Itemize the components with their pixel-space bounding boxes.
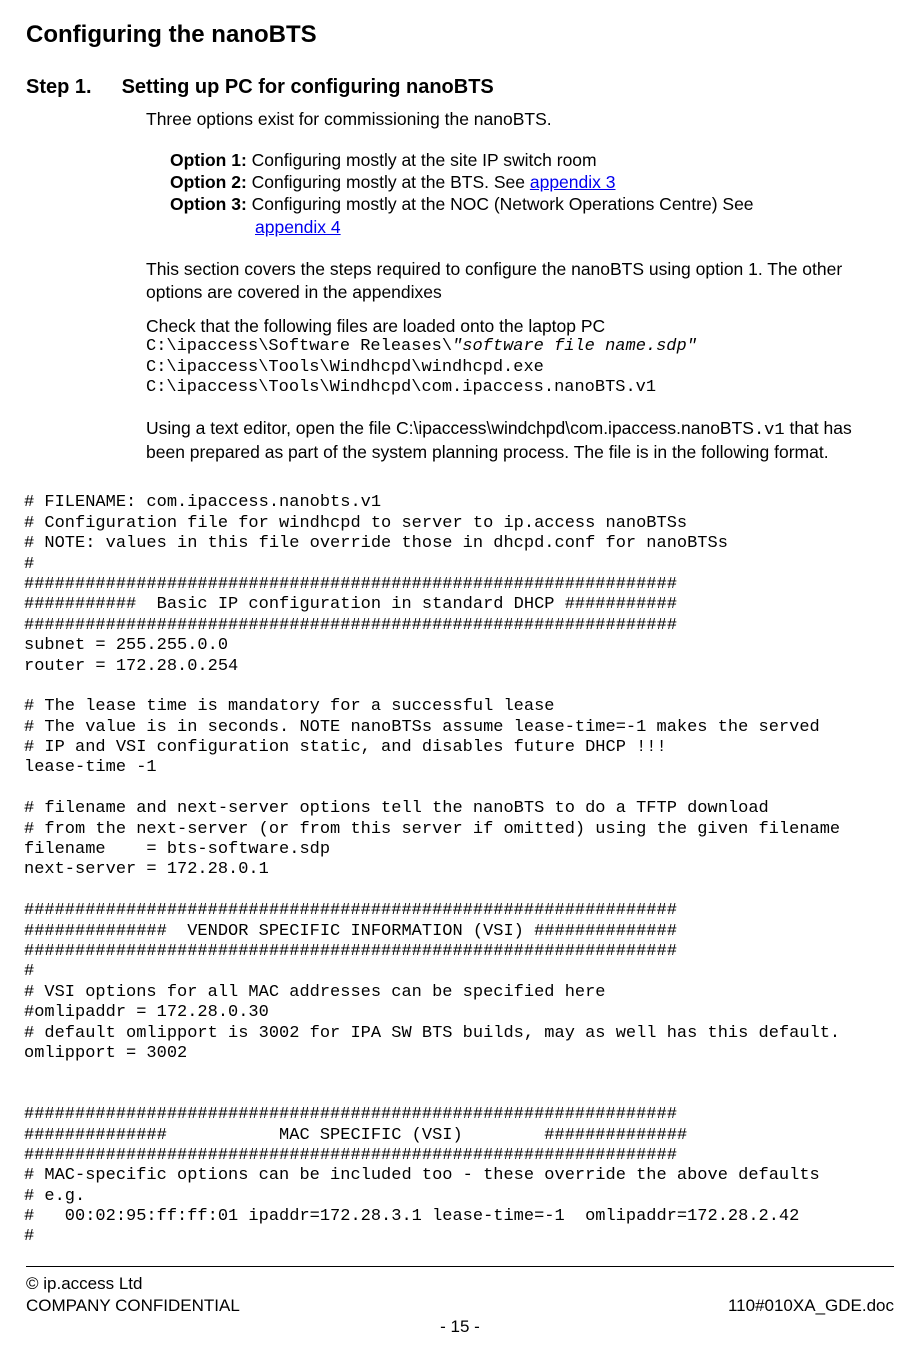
file-path-1-variable: "software file name.sdp" bbox=[452, 337, 697, 356]
editor-instructions-prefix: Using a text editor, open the file C:\ip… bbox=[146, 418, 754, 438]
section-scope-paragraph: This section covers the steps required t… bbox=[146, 258, 894, 303]
footer-confidential: COMPANY CONFIDENTIAL bbox=[26, 1295, 240, 1317]
option-2: Option 2: Configuring mostly at the BTS.… bbox=[146, 171, 894, 193]
option-3-label: Option 3: bbox=[170, 194, 247, 214]
option-1-text: Configuring mostly at the site IP switch… bbox=[247, 150, 597, 170]
intro-paragraph: Three options exist for commissioning th… bbox=[146, 108, 894, 130]
appendix-4-link[interactable]: appendix 4 bbox=[255, 217, 341, 237]
editor-instructions-paragraph: Using a text editor, open the file C:\ip… bbox=[146, 417, 894, 464]
page-title: Configuring the nanoBTS bbox=[26, 20, 894, 51]
editor-instructions-mono: .v1 bbox=[754, 421, 785, 440]
option-2-label: Option 2: bbox=[170, 172, 247, 192]
footer-divider bbox=[26, 1266, 894, 1267]
option-3-text: Configuring mostly at the NOC (Network O… bbox=[247, 194, 754, 214]
file-path-2: C:\ipaccess\Tools\Windhcpd\windhcpd.exe bbox=[146, 358, 894, 378]
step-number: Step 1. bbox=[26, 75, 92, 101]
footer-doc-id: 110#010XA_GDE.doc bbox=[728, 1295, 894, 1317]
config-file-content: # FILENAME: com.ipaccess.nanobts.v1 # Co… bbox=[24, 493, 894, 1247]
appendix-3-link[interactable]: appendix 3 bbox=[530, 172, 616, 192]
check-files-paragraph: Check that the following files are loade… bbox=[146, 315, 894, 337]
step-title: Setting up PC for configuring nanoBTS bbox=[122, 75, 494, 101]
file-path-1: C:\ipaccess\Software Releases\"software … bbox=[146, 337, 894, 357]
option-1-label: Option 1: bbox=[170, 150, 247, 170]
footer-copyright: © ip.access Ltd bbox=[26, 1273, 894, 1295]
option-3: Option 3: Configuring mostly at the NOC … bbox=[146, 193, 894, 215]
footer-page-number: - 15 - bbox=[26, 1316, 894, 1338]
option-1: Option 1: Configuring mostly at the site… bbox=[146, 149, 894, 171]
option-3-continuation: appendix 4 bbox=[146, 216, 894, 238]
option-2-text: Configuring mostly at the BTS. See bbox=[247, 172, 530, 192]
file-path-3: C:\ipaccess\Tools\Windhcpd\com.ipaccess.… bbox=[146, 378, 894, 398]
